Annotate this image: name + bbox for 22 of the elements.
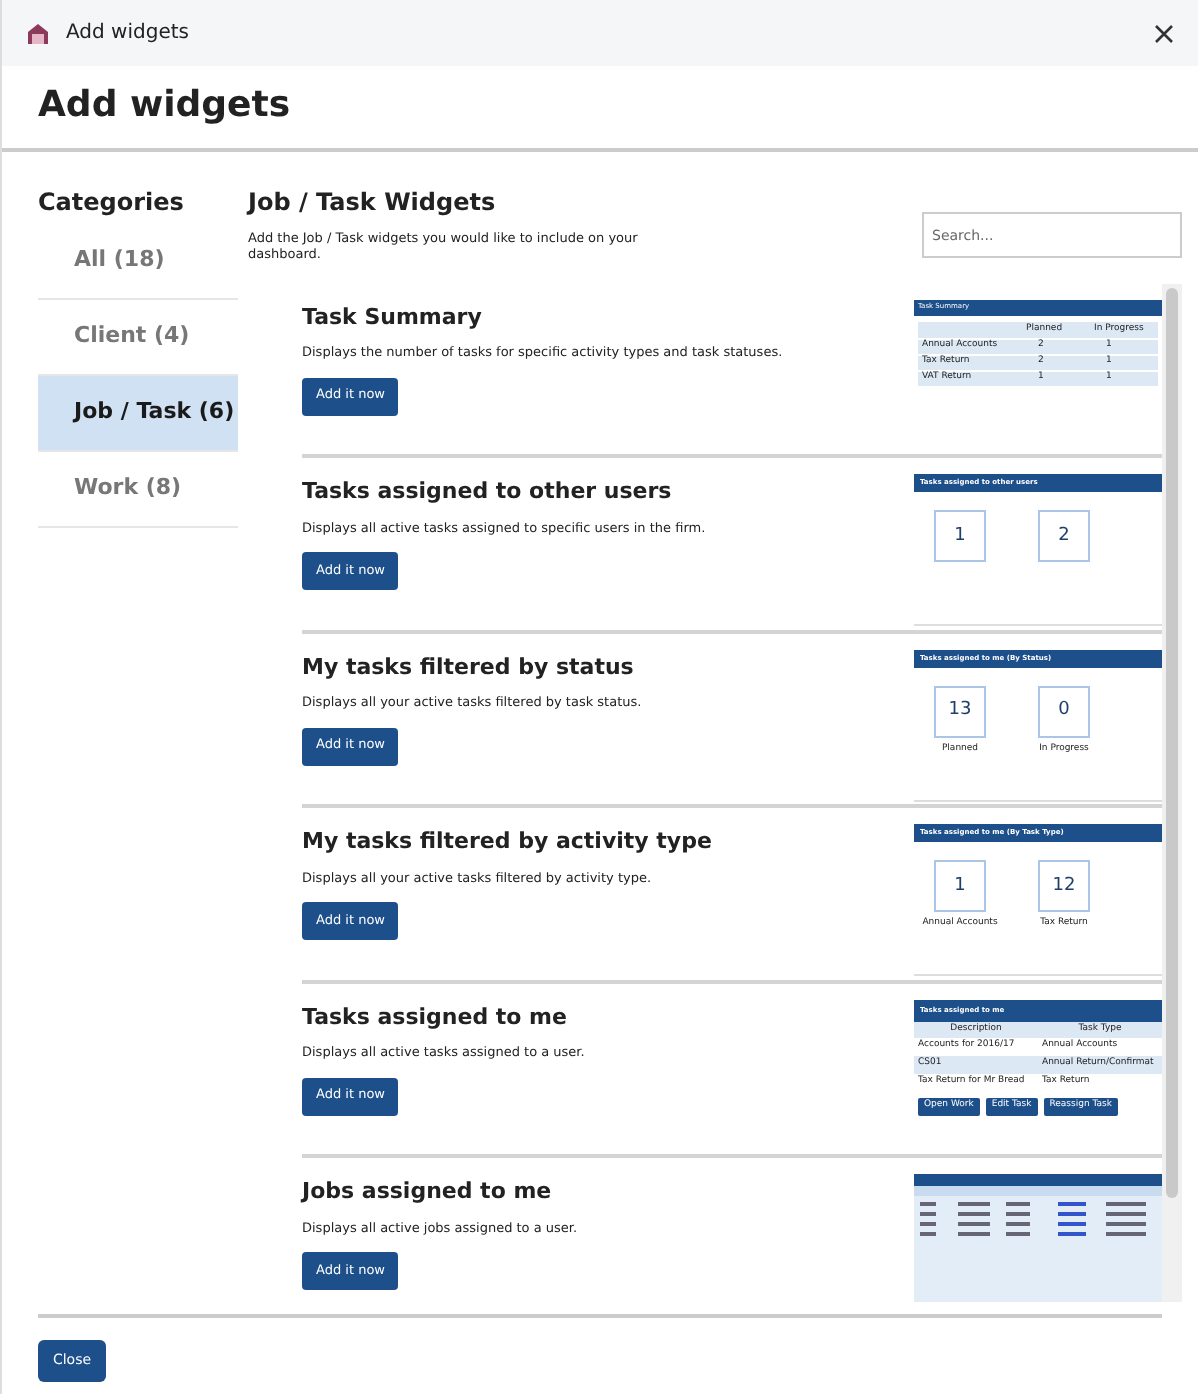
widget-title: Tasks assigned to other users — [302, 476, 674, 509]
category-tab[interactable]: Work (8) — [38, 452, 238, 528]
window-title: Add widgets — [66, 20, 189, 48]
category-tab[interactable]: Job / Task (6) — [38, 376, 238, 452]
widget-title: Tasks assigned to me — [302, 1001, 569, 1034]
section-title: Job / Task Widgets — [248, 186, 498, 220]
app-icon — [26, 21, 50, 45]
count-tile: 12 — [1038, 860, 1090, 913]
widget-title: Task Summary — [302, 301, 484, 334]
dialog-heading: Add widgets — [38, 82, 293, 130]
count-tile: 1 — [934, 860, 986, 913]
category-tab[interactable]: All (18) — [38, 224, 238, 300]
close-icon[interactable] — [1154, 23, 1174, 43]
scrollbar[interactable] — [1162, 283, 1182, 1303]
count-tile: 1 — [934, 510, 986, 563]
sidebar-title: Categories — [38, 186, 186, 220]
widget-title: My tasks filtered by status — [302, 651, 636, 684]
count-tile: 2 — [1038, 510, 1090, 563]
widget-title: Jobs assigned to me — [302, 1176, 554, 1209]
count-tile: 0 — [1038, 685, 1090, 738]
count-tile: 13 — [934, 685, 986, 738]
widget-title: My tasks filtered by activity type — [302, 826, 714, 859]
